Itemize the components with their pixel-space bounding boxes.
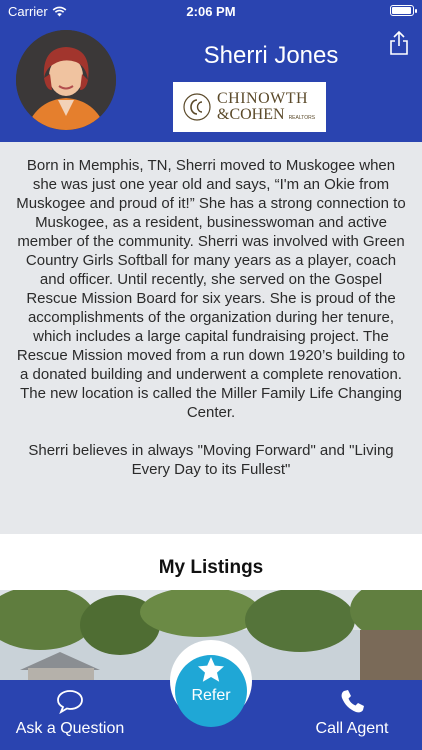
refer-button[interactable]: Refer (170, 640, 252, 727)
agent-avatar (16, 30, 116, 130)
call-agent-label: Call Agent (315, 720, 389, 737)
refer-label: Refer (191, 687, 231, 704)
status-bar: Carrier 2:06 PM (0, 0, 422, 22)
ask-question-tab[interactable]: Ask a Question (0, 680, 140, 750)
agent-bio: Born in Memphis, TN, Sherri moved to Mus… (0, 142, 422, 534)
battery-icon (390, 5, 417, 16)
profile-header: Sherri Jones CHINOWTH &COHEN REALTORS (0, 22, 422, 142)
ask-question-label: Ask a Question (15, 720, 125, 737)
brokerage-logo: CHINOWTH &COHEN REALTORS (173, 82, 326, 132)
bio-paragraph: Sherri believes in always "Moving Forwar… (28, 442, 394, 478)
phone-icon (341, 690, 364, 713)
logo-line1: CHINOWTH (217, 90, 309, 107)
speech-bubble-icon (57, 690, 83, 714)
logo-line2: &COHEN (217, 106, 285, 123)
agent-name: Sherri Jones (203, 42, 339, 69)
star-icon (198, 657, 224, 682)
listings-title: My Listings (0, 534, 422, 590)
status-time: 2:06 PM (186, 4, 236, 19)
call-agent-tab[interactable]: Call Agent (282, 680, 422, 750)
bio-paragraph: Born in Memphis, TN, Sherri moved to Mus… (16, 157, 406, 421)
cc-monogram-icon (183, 93, 211, 121)
logo-tag: REALTORS (288, 115, 316, 121)
share-icon[interactable] (388, 30, 410, 56)
